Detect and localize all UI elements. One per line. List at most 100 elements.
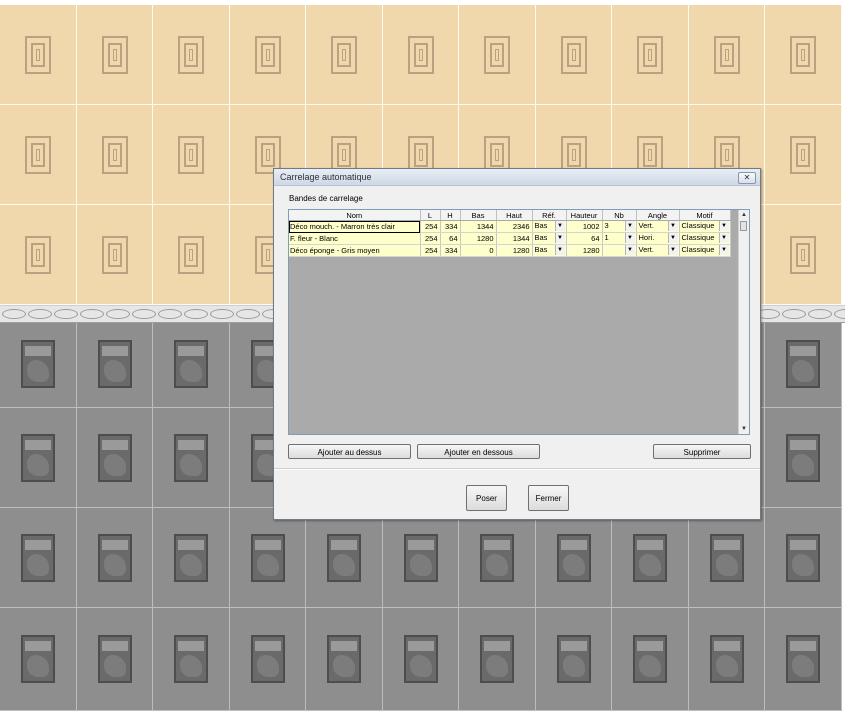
cell-h[interactable]: 334	[440, 244, 461, 257]
column-header[interactable]: Nb	[602, 210, 637, 221]
cell-hauteur[interactable]: 64	[566, 232, 603, 245]
cell-ref[interactable]: Bas ▼	[532, 232, 567, 245]
cell-nom[interactable]: F. fleur - Blanc	[289, 232, 421, 245]
poser-button[interactable]: Poser	[466, 485, 507, 511]
add-above-button[interactable]: Ajouter au dessus	[288, 444, 411, 459]
frieze-ornament	[184, 309, 208, 319]
column-header[interactable]: Nom	[289, 210, 421, 221]
chevron-down-icon[interactable]: ▼	[667, 233, 678, 243]
cell-h[interactable]: 334	[440, 220, 461, 233]
nb-dropdown[interactable]: 1 ▼	[604, 233, 635, 244]
angle-dropdown[interactable]: Vert. ▼	[638, 245, 678, 256]
cell-l[interactable]: 254	[420, 232, 441, 245]
gray-tile	[459, 608, 536, 711]
vertical-scrollbar[interactable]: ▲ ▼	[738, 210, 749, 434]
chevron-down-icon[interactable]: ▼	[624, 233, 635, 243]
group-label: Bandes de carrelage	[289, 194, 363, 203]
chevron-down-icon[interactable]: ▼	[718, 233, 729, 243]
chevron-down-icon[interactable]: ▼	[554, 221, 565, 231]
column-header[interactable]: L	[420, 210, 441, 221]
column-header[interactable]: Angle	[636, 210, 680, 221]
cell-angle[interactable]: Vert. ▼	[636, 244, 680, 257]
table-row[interactable]: Déco mouch. - Marron très clair 254 334 134…	[289, 220, 731, 233]
chevron-down-icon[interactable]: ▼	[718, 221, 729, 231]
motif-value: Classique	[681, 221, 715, 230]
chevron-down-icon[interactable]: ▼	[624, 221, 635, 231]
cell-bas[interactable]: 0	[460, 244, 497, 257]
beige-tile	[765, 205, 842, 305]
cell-nb[interactable]: 1 ▼	[602, 232, 637, 245]
beige-tile	[230, 5, 306, 105]
nb-dropdown[interactable]: 3 ▼	[604, 221, 635, 232]
nb-value: 3	[604, 221, 609, 230]
motif-dropdown[interactable]: Classique ▼	[681, 233, 729, 244]
cell-hauteur[interactable]: 1280	[566, 244, 603, 257]
motif-dropdown[interactable]: Classique ▼	[681, 221, 729, 232]
cell-ref[interactable]: Bas ▼	[532, 244, 567, 257]
table-row[interactable]: Déco éponge - Gris moyen 254 334 0 1280 Bas ▼ 1…	[289, 244, 731, 257]
cell-nb[interactable]: 3 ▼	[602, 220, 637, 233]
column-header[interactable]: Motif	[679, 210, 731, 221]
ref-dropdown[interactable]: Bas ▼	[534, 233, 565, 244]
cell-haut[interactable]: 2346	[496, 220, 533, 233]
cell-l[interactable]: 254	[420, 220, 441, 233]
gray-tile	[77, 508, 153, 608]
cell-h[interactable]: 64	[440, 232, 461, 245]
angle-dropdown[interactable]: Vert. ▼	[638, 221, 678, 232]
delete-button[interactable]: Supprimer	[653, 444, 751, 459]
gray-tile	[0, 608, 77, 711]
nb-dropdown[interactable]: ▼	[604, 245, 635, 256]
beige-tile	[459, 5, 536, 105]
cell-l[interactable]: 254	[420, 244, 441, 257]
motif-dropdown[interactable]: Classique ▼	[681, 245, 729, 256]
ref-dropdown[interactable]: Bas ▼	[534, 221, 565, 232]
motif-value: Classique	[681, 233, 715, 242]
cell-bas[interactable]: 1280	[460, 232, 497, 245]
chevron-down-icon[interactable]: ▼	[624, 245, 635, 255]
cell-motif[interactable]: Classique ▼	[679, 232, 731, 245]
column-header[interactable]: Bas	[460, 210, 497, 221]
beige-tile	[0, 105, 77, 205]
chevron-down-icon[interactable]: ▼	[718, 245, 729, 255]
cell-bas[interactable]: 1344	[460, 220, 497, 233]
angle-dropdown[interactable]: Hori. ▼	[638, 233, 678, 244]
cell-hauteur[interactable]: 1002	[566, 220, 603, 233]
dialog-titlebar[interactable]: Carrelage automatique ✕	[274, 169, 760, 186]
chevron-down-icon[interactable]: ▼	[667, 221, 678, 231]
scroll-thumb[interactable]	[740, 221, 747, 231]
cell-nb[interactable]: ▼	[602, 244, 637, 257]
table-row[interactable]: F. fleur - Blanc 254 64 1280 1344 Bas ▼ 64 1 ▼ Hor…	[289, 232, 731, 245]
beige-tile	[0, 5, 77, 105]
auto-tiling-dialog: Carrelage automatique ✕ Bandes de carrel…	[273, 168, 761, 520]
cell-haut[interactable]: 1344	[496, 232, 533, 245]
chevron-down-icon[interactable]: ▼	[667, 245, 678, 255]
column-header[interactable]: Haut	[496, 210, 533, 221]
table-body: Déco mouch. - Marron très clair 254 334 134…	[289, 220, 731, 257]
scroll-up-icon[interactable]: ▲	[739, 210, 749, 220]
cell-angle[interactable]: Vert. ▼	[636, 220, 680, 233]
beige-tile	[77, 105, 153, 205]
beige-tile	[0, 205, 77, 305]
close-icon[interactable]: ✕	[738, 172, 756, 184]
scroll-down-icon[interactable]: ▼	[739, 424, 749, 434]
frieze-ornament	[28, 309, 52, 319]
column-header[interactable]: Hauteur	[566, 210, 603, 221]
nb-value: 1	[604, 233, 609, 242]
cell-motif[interactable]: Classique ▼	[679, 244, 731, 257]
cell-haut[interactable]: 1280	[496, 244, 533, 257]
chevron-down-icon[interactable]: ▼	[554, 233, 565, 243]
cell-nom[interactable]: Déco éponge - Gris moyen	[289, 244, 421, 257]
chevron-down-icon[interactable]: ▼	[554, 245, 565, 255]
cell-motif[interactable]: Classique ▼	[679, 220, 731, 233]
cell-angle[interactable]: Hori. ▼	[636, 232, 680, 245]
motif-value: Classique	[681, 245, 715, 254]
cell-nom[interactable]: Déco mouch. - Marron très clair	[289, 220, 421, 233]
beige-tile	[383, 5, 459, 105]
cell-ref[interactable]: Bas ▼	[532, 220, 567, 233]
column-header[interactable]: H	[440, 210, 461, 221]
fermer-button[interactable]: Fermer	[528, 485, 569, 511]
ref-dropdown[interactable]: Bas ▼	[534, 245, 565, 256]
ref-value: Bas	[534, 221, 548, 230]
column-header[interactable]: Réf.	[532, 210, 567, 221]
add-below-button[interactable]: Ajouter en dessous	[417, 444, 540, 459]
